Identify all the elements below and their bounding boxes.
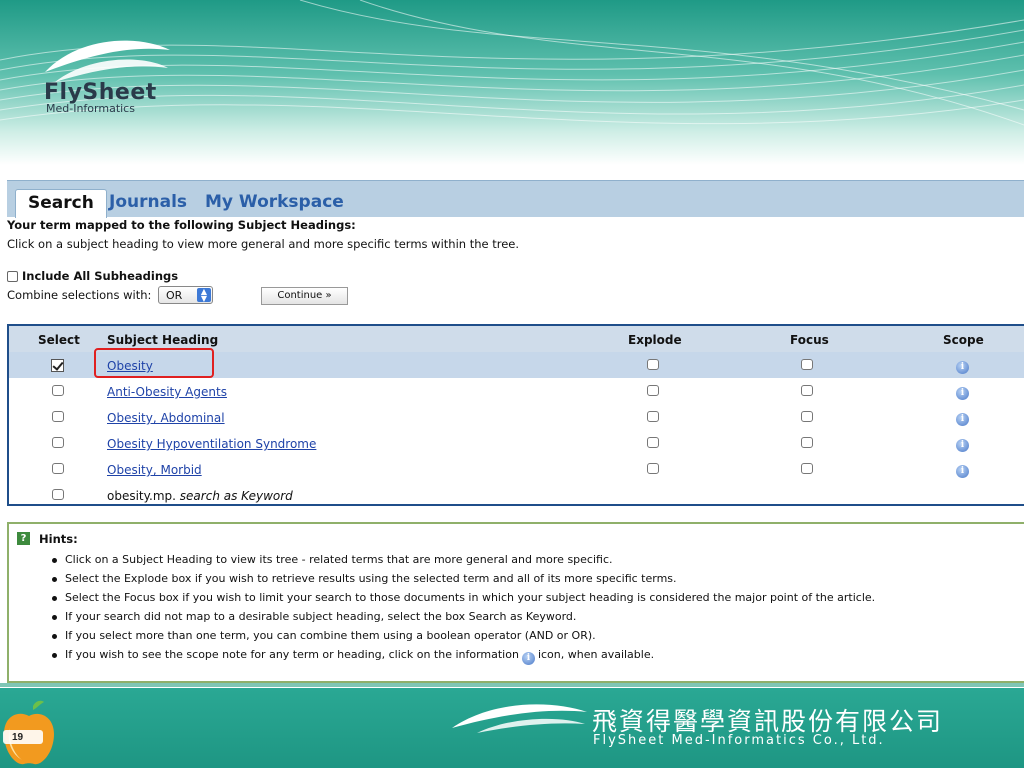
table-row: Obesity, Morbid i (9, 456, 1024, 482)
subject-heading-table: Select Subject Heading Explode Focus Sco… (7, 324, 1024, 506)
footer-divider (0, 683, 1024, 687)
focus-checkbox[interactable] (801, 463, 813, 474)
keyword-checkbox[interactable] (52, 489, 64, 500)
hint-last-after: icon, when available. (537, 648, 655, 661)
scope-info-icon[interactable]: i (956, 439, 969, 452)
header-subject-heading: Subject Heading (107, 333, 219, 347)
include-subheadings-row: Include All Subheadings (7, 269, 178, 283)
table-row: Anti-Obesity Agents i (9, 378, 1024, 404)
focus-checkbox[interactable] (801, 411, 813, 422)
info-icon: i (521, 652, 535, 665)
select-checkbox[interactable] (52, 437, 64, 448)
header-scope: Scope (943, 333, 984, 347)
subject-heading-link[interactable]: Anti-Obesity Agents (107, 385, 227, 399)
select-checkbox[interactable] (52, 463, 64, 474)
combine-label: Combine selections with: (7, 288, 152, 302)
mapping-instructions: Click on a subject heading to view more … (7, 237, 520, 251)
header-focus: Focus (790, 333, 829, 347)
header-explode: Explode (628, 333, 682, 347)
focus-checkbox[interactable] (801, 385, 813, 396)
keyword-row: obesity.mp. search as Keyword (9, 482, 1024, 508)
explode-checkbox[interactable] (647, 411, 659, 422)
tab-journals[interactable]: Journals (97, 189, 199, 217)
header-select: Select (38, 333, 80, 347)
search-app: Search Journals My Workspace Your term m… (7, 180, 1024, 683)
apple-icon (3, 700, 54, 765)
explode-checkbox[interactable] (647, 463, 659, 474)
help-icon: ? (17, 532, 30, 545)
include-subheadings-label: Include All Subheadings (22, 269, 179, 283)
select-arrows-icon: ▲ ▼ (197, 288, 211, 303)
focus-checkbox[interactable] (801, 437, 813, 448)
hint-item: If your search did not map to a desirabl… (49, 607, 875, 626)
table-row: Obesity, Abdominal i (9, 404, 1024, 430)
scope-info-icon[interactable]: i (956, 361, 969, 374)
combine-operator-select[interactable]: OR ▲ ▼ (158, 286, 213, 304)
hints-list: Click on a Subject Heading to view its t… (49, 550, 875, 665)
company-name-english: FlySheet Med-Informatics Co., Ltd. (593, 733, 885, 748)
hint-item: If you wish to see the scope note for an… (49, 645, 875, 665)
focus-checkbox[interactable] (801, 359, 813, 370)
scope-info-icon[interactable]: i (956, 387, 969, 400)
hints-title: Hints: (39, 532, 78, 546)
subject-heading-link[interactable]: Obesity, Abdominal (107, 411, 225, 425)
hint-item: Click on a Subject Heading to view its t… (49, 550, 875, 569)
continue-button[interactable]: Continue » (261, 287, 348, 305)
keyword-suffix: search as Keyword (179, 489, 293, 503)
tab-my-workspace[interactable]: My Workspace (193, 189, 356, 217)
mapping-title: Your term mapped to the following Subjec… (7, 218, 356, 232)
hint-last-before: If you wish to see the scope note for an… (65, 648, 519, 661)
table-row: Obesity Hypoventilation Syndrome i (9, 430, 1024, 456)
header-banner: FlySheet Med-Informatics (0, 0, 1024, 165)
footer-logo-icon (452, 704, 587, 733)
subject-heading-link[interactable]: Obesity, Morbid (107, 463, 202, 477)
hint-item: If you select more than one term, you ca… (49, 626, 875, 645)
tab-bar: Search Journals My Workspace (7, 180, 1024, 218)
explode-checkbox[interactable] (647, 385, 659, 396)
combine-operator-value: OR (166, 289, 183, 302)
scope-info-icon[interactable]: i (956, 465, 969, 478)
select-checkbox[interactable] (52, 385, 64, 396)
subject-heading-link[interactable]: Obesity Hypoventilation Syndrome (107, 437, 316, 451)
scope-info-icon[interactable]: i (956, 413, 969, 426)
select-checkbox[interactable] (52, 411, 64, 422)
hint-item: Select the Focus box if you wish to limi… (49, 588, 875, 607)
explode-checkbox[interactable] (647, 359, 659, 370)
hint-item: Select the Explode box if you wish to re… (49, 569, 875, 588)
page-number: 19 (12, 732, 24, 743)
tab-search[interactable]: Search (15, 189, 107, 218)
logo-subtitle: Med-Informatics (46, 102, 135, 115)
hints-panel: ? Hints: Click on a Subject Heading to v… (7, 522, 1024, 683)
explode-checkbox[interactable] (647, 437, 659, 448)
keyword-term: obesity.mp. (107, 489, 176, 503)
select-checkbox[interactable] (51, 359, 64, 372)
include-subheadings-checkbox[interactable] (7, 271, 18, 282)
highlight-box (94, 348, 214, 378)
